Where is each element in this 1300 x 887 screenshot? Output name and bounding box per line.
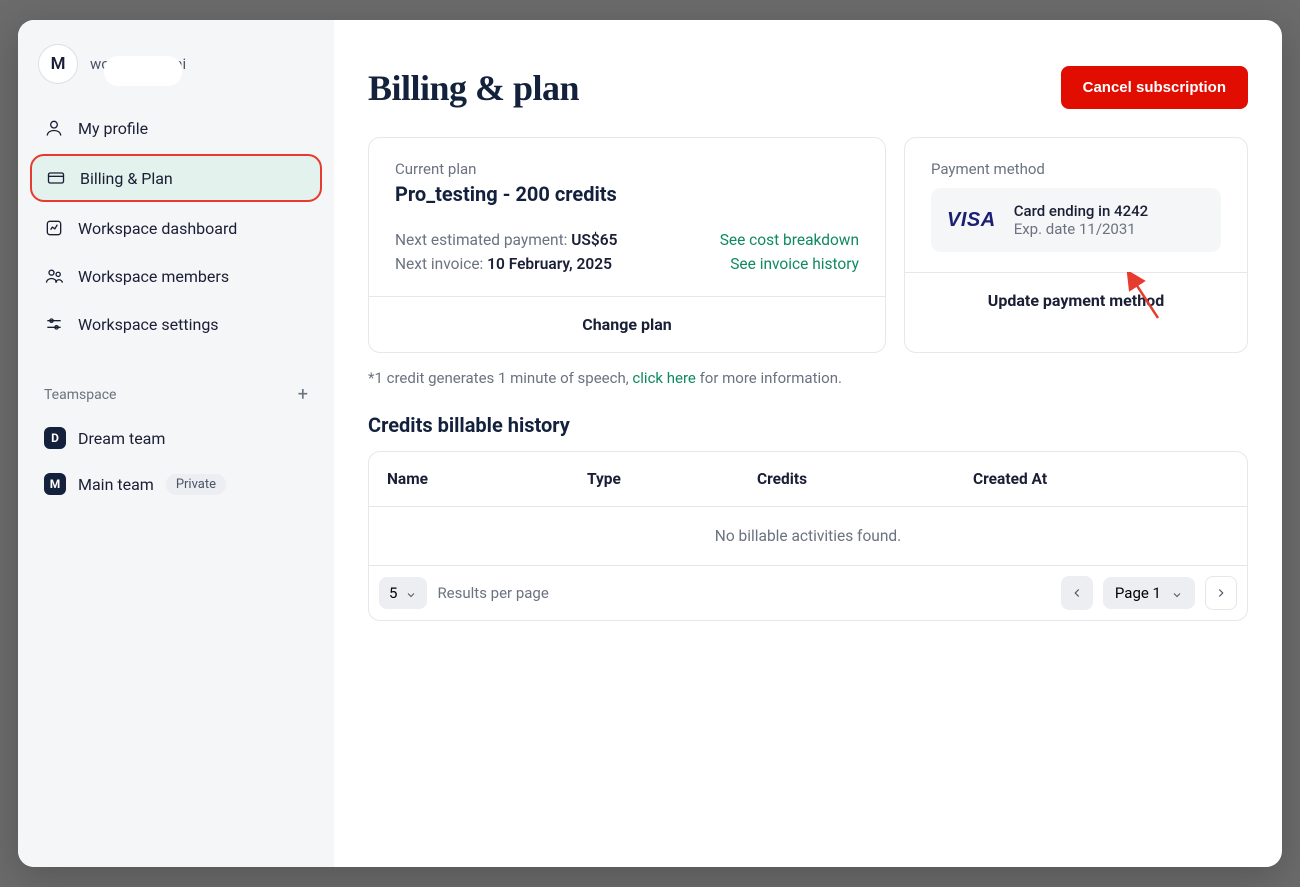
card-exp-text: Exp. date 11/2031	[1014, 220, 1148, 238]
footnote-link[interactable]: click here	[632, 369, 695, 387]
nav-item-workspace-dashboard[interactable]: Workspace dashboard	[30, 206, 322, 250]
main-content: Billing & plan Cancel subscription Curre…	[334, 20, 1282, 867]
nav-label: Billing & Plan	[80, 169, 173, 188]
nav-item-workspace-settings[interactable]: Workspace settings	[30, 302, 322, 346]
per-page-label: Results per page	[437, 584, 1050, 602]
change-plan-button[interactable]: Change plan	[369, 296, 885, 352]
nav-item-my-profile[interactable]: My profile	[30, 106, 322, 150]
members-icon	[44, 266, 64, 286]
team-initial-icon: D	[44, 427, 66, 449]
chevron-right-icon	[1214, 586, 1228, 600]
plan-lines: Next estimated payment: US$65 Next invoi…	[395, 228, 617, 276]
nav-label: Workspace dashboard	[78, 219, 237, 238]
sidebar: M wondercraft.ai My profile Billing & Pl…	[18, 20, 334, 867]
current-plan-card: Current plan Pro_testing - 200 credits N…	[368, 137, 886, 353]
empty-text: No billable activities found.	[389, 527, 1227, 545]
payment-method-card: Payment method VISA Card ending in 4242 …	[904, 137, 1248, 353]
nav-list: My profile Billing & Plan Workspace dash…	[30, 106, 322, 346]
next-invoice-value: 10 February, 2025	[487, 255, 612, 273]
per-page-value: 5	[389, 584, 397, 602]
teamspace-label: Teamspace	[44, 387, 116, 403]
col-created-at: Created At	[973, 470, 1229, 488]
table-footer: 5 Results per page Page 1	[369, 566, 1247, 620]
next-payment-label: Next estimated payment:	[395, 231, 571, 249]
settings-modal: M wondercraft.ai My profile Billing & Pl…	[18, 20, 1282, 867]
history-heading: Credits billable history	[368, 413, 1248, 437]
sliders-icon	[44, 314, 64, 334]
page-title: Billing & plan	[368, 67, 579, 109]
cancel-subscription-button[interactable]: Cancel subscription	[1061, 66, 1248, 109]
team-initial-icon: M	[44, 473, 66, 495]
plan-name: Pro_testing - 200 credits	[395, 182, 859, 206]
cards-row: Current plan Pro_testing - 200 credits N…	[368, 137, 1248, 353]
see-cost-breakdown-link[interactable]: See cost breakdown	[720, 228, 859, 252]
private-badge: Private	[166, 474, 226, 495]
col-name: Name	[387, 470, 587, 488]
user-icon	[44, 118, 64, 138]
next-invoice-label: Next invoice:	[395, 255, 487, 273]
current-plan-label: Current plan	[395, 160, 859, 178]
visa-icon: VISA	[947, 209, 996, 232]
team-item-main-team[interactable]: M Main team Private	[30, 461, 322, 507]
nav-item-workspace-members[interactable]: Workspace members	[30, 254, 322, 298]
nav-label: Workspace settings	[78, 315, 219, 334]
prev-page-button[interactable]	[1061, 576, 1093, 610]
table-empty-row: No billable activities found.	[369, 507, 1247, 566]
team-item-dream-team[interactable]: D Dream team	[30, 415, 322, 461]
team-label: Main team	[78, 475, 154, 494]
card-ending-text: Card ending in 4242	[1014, 202, 1148, 220]
teamspace-header: Teamspace +	[30, 384, 322, 405]
add-teamspace-button[interactable]: +	[298, 384, 308, 405]
next-payment-value: US$65	[571, 231, 617, 249]
next-page-button[interactable]	[1205, 576, 1237, 610]
header-row: Billing & plan Cancel subscription	[368, 66, 1248, 109]
nav-label: My profile	[78, 119, 148, 138]
table-header: Name Type Credits Created At	[369, 452, 1247, 507]
team-list: D Dream team M Main team Private	[30, 415, 322, 507]
per-page-select[interactable]: 5	[379, 577, 427, 609]
col-type: Type	[587, 470, 757, 488]
page-label: Page 1	[1115, 584, 1161, 602]
payment-method-label: Payment method	[931, 160, 1221, 178]
chart-icon	[44, 218, 64, 238]
see-invoice-history-link[interactable]: See invoice history	[720, 252, 859, 276]
nav-item-billing-plan[interactable]: Billing & Plan	[30, 154, 322, 202]
chevron-down-icon	[1171, 587, 1183, 599]
update-payment-method-button[interactable]: Update payment method	[905, 272, 1247, 328]
credit-footnote: *1 credit generates 1 minute of speech, …	[368, 369, 1248, 387]
payment-method-row: VISA Card ending in 4242 Exp. date 11/20…	[931, 188, 1221, 252]
page-select[interactable]: Page 1	[1103, 577, 1195, 609]
chevron-left-icon	[1070, 586, 1084, 600]
card-icon	[46, 168, 66, 188]
col-credits: Credits	[757, 470, 973, 488]
redaction-blob	[104, 56, 182, 86]
footnote-suffix: for more information.	[696, 369, 842, 387]
team-label: Dream team	[78, 429, 165, 448]
chevron-down-icon	[405, 587, 417, 599]
history-table: Name Type Credits Created At No billable…	[368, 451, 1248, 621]
nav-label: Workspace members	[78, 267, 229, 286]
avatar: M	[38, 44, 78, 84]
footnote-prefix: *1 credit generates 1 minute of speech,	[368, 369, 632, 387]
